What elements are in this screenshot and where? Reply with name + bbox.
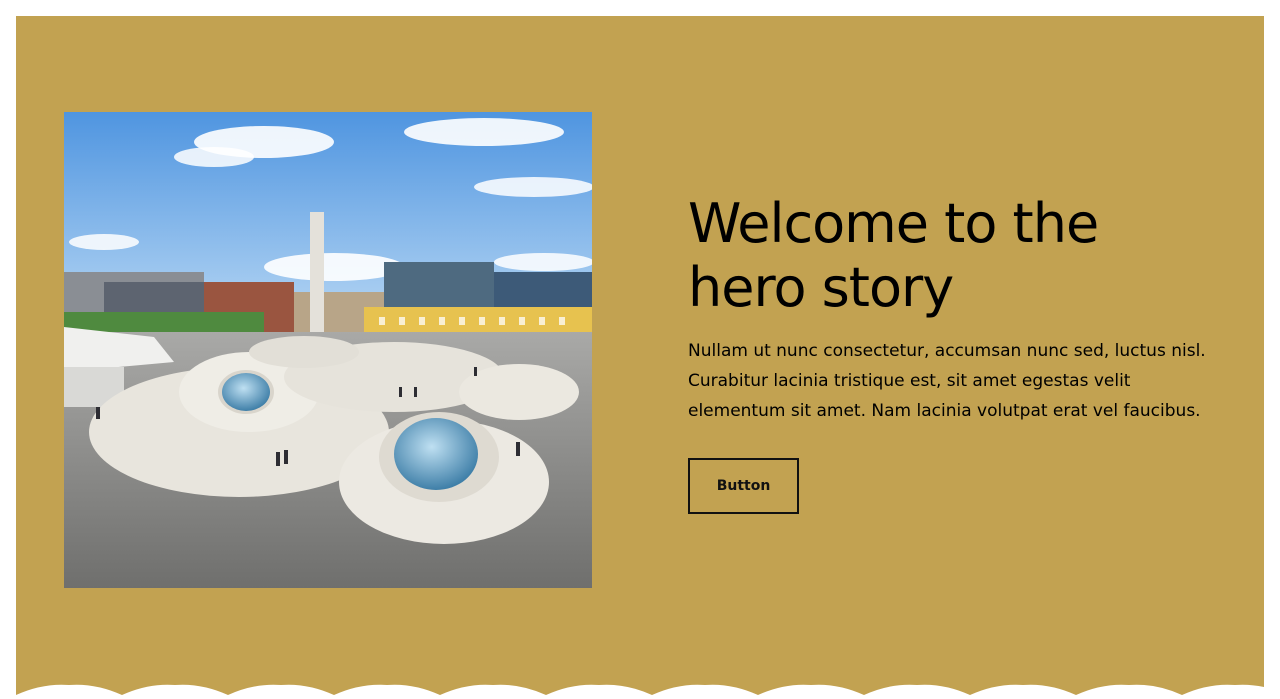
hero-content: Welcome to the hero story Nullam ut nunc… (688, 192, 1228, 514)
wave-divider (16, 684, 1264, 699)
hero-description: Nullam ut nunc consectetur, accumsan nun… (688, 341, 1206, 421)
hero-section: Welcome to the hero story Nullam ut nunc… (16, 16, 1264, 699)
hero-title: Welcome to the hero story (688, 192, 1099, 319)
hero-button[interactable]: Button (688, 458, 799, 514)
hero-image (64, 112, 592, 588)
